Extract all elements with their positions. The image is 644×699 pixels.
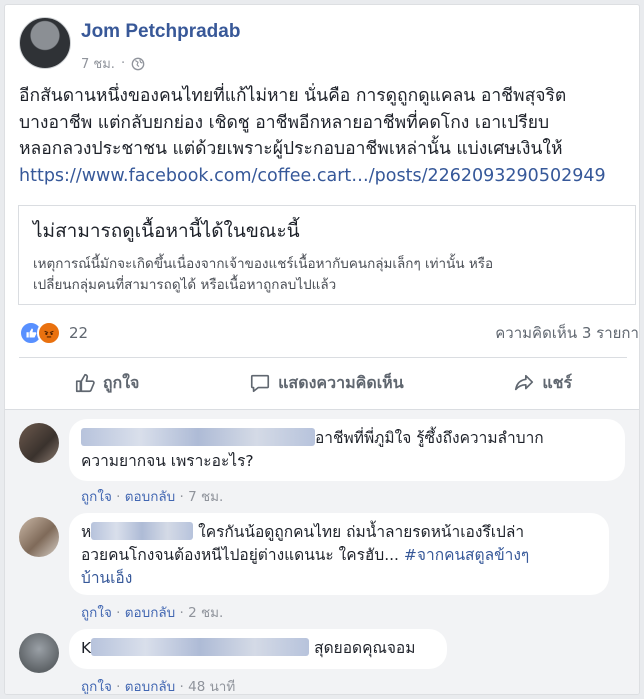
hashtag-link[interactable]: บ้านเอ็ง xyxy=(81,567,597,590)
thumbs-up-icon xyxy=(75,373,95,393)
post-text-line: อีกสันดานหนึ่งของคนไทยที่แก้ไม่หาย นั่นค… xyxy=(19,86,567,106)
comment-time[interactable]: 7 ชม. xyxy=(188,489,223,505)
commenter-name-blurred[interactable] xyxy=(91,522,194,540)
commenter-name-initial[interactable]: K xyxy=(81,639,91,657)
comment-count[interactable]: ความคิดเห็น 3 รายการ xyxy=(495,321,639,345)
comment-bubble: K สุดยอดคุณจอม xyxy=(69,629,447,669)
attachment-desc-line: เปลี่ยนกลุ่มคนที่สามารถดูได้ หรือเนื้อหา… xyxy=(33,277,337,293)
reaction-count[interactable]: 22 xyxy=(69,324,88,342)
separator-dot: · xyxy=(116,489,121,505)
commenter-avatar[interactable] xyxy=(19,423,59,463)
post-time[interactable]: 7 ชม. xyxy=(81,53,115,74)
author-name[interactable]: Jom Petchpradab xyxy=(81,21,240,43)
divider xyxy=(19,357,627,358)
post-body: อีกสันดานหนึ่งของคนไทยที่แก้ไม่หาย นั่นค… xyxy=(19,83,631,189)
comment-reply-link[interactable]: ตอบกลับ xyxy=(125,679,175,694)
comment-text: สุดยอดคุณจอม xyxy=(314,639,416,657)
separator-dot: · xyxy=(179,679,184,695)
comment-time[interactable]: 2 ชม. xyxy=(188,605,223,621)
share-button-label: แชร์ xyxy=(542,372,573,392)
separator-dot: · xyxy=(179,489,184,505)
comment-like-link[interactable]: ถูกใจ xyxy=(81,605,112,621)
post-text-line: หลอกลวงประชาชน แต่ด้วยเพราะผู้ประกอบอาชี… xyxy=(19,139,563,159)
comment-time[interactable]: 48 นาที xyxy=(188,679,235,694)
comment-text: อาชีพที่พี่ภูมิใจ รู้ซึ้งถึงความลำบาก xyxy=(315,429,544,447)
post-actions: ถูกใจ แสดงความคิดเห็น แชร์ xyxy=(19,361,627,405)
author-avatar[interactable] xyxy=(19,17,71,69)
post-card: Jom Petchpradab 7 ชม. · อีกสันดานหนึ่งขอ… xyxy=(4,4,640,695)
share-button[interactable]: แชร์ xyxy=(513,371,572,396)
comment-actions: ถูกใจ · ตอบกลับ · 48 นาที xyxy=(81,675,235,695)
angry-reaction-icon[interactable] xyxy=(37,321,61,345)
post-meta: 7 ชม. · xyxy=(81,53,145,74)
separator-dot: · xyxy=(116,679,121,695)
reactions-bar: 22 ความคิดเห็น 3 รายการ xyxy=(19,319,639,347)
comment-button[interactable]: แสดงความคิดเห็น xyxy=(249,371,404,396)
commenter-name-blurred[interactable] xyxy=(91,638,310,656)
separator-dot: · xyxy=(120,56,126,71)
comment-text: ความยากจน เพราะอะไร? xyxy=(81,452,254,470)
globe-icon[interactable] xyxy=(131,57,145,71)
comment-text: อวยคนโกงจนต้องหนีไปอยู่ต่างแดนนะ ใครฮับ.… xyxy=(81,546,399,564)
like-button-label: ถูกใจ xyxy=(102,372,140,392)
unavailable-attachment[interactable]: ไม่สามารถดูเนื้อหานี้ได้ในขณะนี้ เหตุการ… xyxy=(18,205,636,305)
comment-actions: ถูกใจ · ตอบกลับ · 2 ชม. xyxy=(81,601,223,623)
comment-button-label: แสดงความคิดเห็น xyxy=(278,372,404,392)
post-link[interactable]: https://www.facebook.com/coffee.cart…/po… xyxy=(19,163,631,190)
comment-reply-link[interactable]: ตอบกลับ xyxy=(125,489,175,505)
comment-reply-link[interactable]: ตอบกลับ xyxy=(125,605,175,621)
comment-bubble: อาชีพที่พี่ภูมิใจ รู้ซึ้งถึงความลำบาก คว… xyxy=(69,419,625,481)
comment-icon xyxy=(251,374,270,393)
comment-like-link[interactable]: ถูกใจ xyxy=(81,679,112,694)
comment-text: ใครกันน้อดูถูกคนไทย ถ่มน้ำลายรดหน้าเองรึ… xyxy=(198,523,525,541)
attachment-desc-line: เหตุการณ์นี้มักจะเกิดขึ้นเนื่องจากเจ้าขอ… xyxy=(33,256,494,272)
commenter-name-initial[interactable]: ห xyxy=(81,523,91,541)
comment-like-link[interactable]: ถูกใจ xyxy=(81,489,112,505)
like-button[interactable]: ถูกใจ xyxy=(74,371,140,396)
commenter-name-blurred[interactable] xyxy=(81,428,315,446)
attachment-title: ไม่สามารถดูเนื้อหานี้ได้ในขณะนี้ xyxy=(33,220,300,242)
separator-dot: · xyxy=(179,605,184,621)
separator-dot: · xyxy=(116,605,121,621)
commenter-avatar[interactable] xyxy=(19,633,59,673)
attachment-description: เหตุการณ์นี้มักจะเกิดขึ้นเนื่องจากเจ้าขอ… xyxy=(33,254,621,296)
comment-actions: ถูกใจ · ตอบกลับ · 7 ชม. xyxy=(81,485,223,507)
commenter-avatar[interactable] xyxy=(19,517,59,557)
comment-bubble: ห ใครกันน้อดูถูกคนไทย ถ่มน้ำลายรดหน้าเอง… xyxy=(69,513,609,595)
hashtag-link[interactable]: #จากคนสตูลข้างๆ xyxy=(404,546,529,564)
post-text-line: บางอาชีพ แต่กลับยกย่อง เชิดชู อาชีพอีกหล… xyxy=(19,112,550,133)
share-icon xyxy=(515,374,534,391)
